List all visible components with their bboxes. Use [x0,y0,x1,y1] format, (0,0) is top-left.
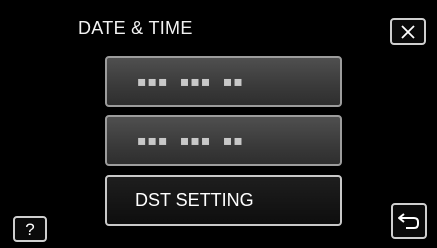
close-icon [401,24,415,39]
help-icon: ? [25,219,35,239]
back-button[interactable] [391,203,427,239]
dst-setting-button[interactable]: DST SETTING [105,175,342,226]
menu-item-label: DST SETTING [135,190,254,210]
menu-item-label: ▪▪▪ ▪▪▪ ▪▪ [137,73,244,90]
close-button[interactable] [390,18,426,45]
return-arrow-icon [398,213,419,229]
menu-item-label: ▪▪▪ ▪▪▪ ▪▪ [137,132,244,149]
menu-item-2[interactable]: ▪▪▪ ▪▪▪ ▪▪ [105,115,342,166]
help-button[interactable]: ? [13,216,47,242]
page-title: DATE & TIME [78,18,193,38]
menu-item-1[interactable]: ▪▪▪ ▪▪▪ ▪▪ [105,56,342,107]
